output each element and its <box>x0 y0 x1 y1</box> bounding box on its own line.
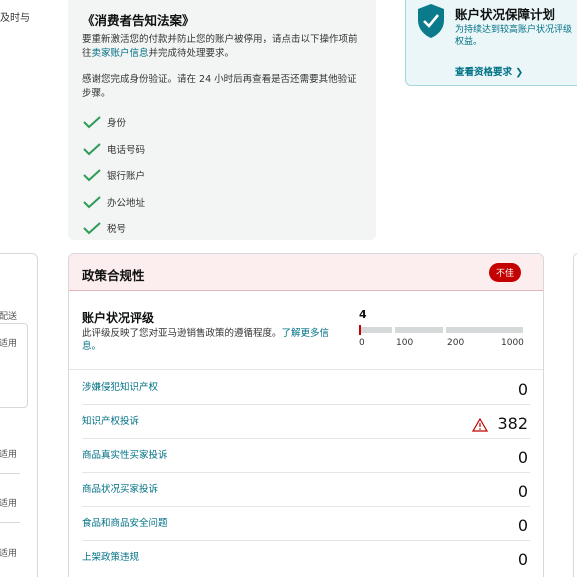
rating-title: 账户状况评级 <box>82 311 155 325</box>
list-item-label: 身份 <box>107 118 127 130</box>
metric-name[interactable]: 商品真实性买家投诉 <box>82 447 168 461</box>
notice-title: 《消费者告知法案》 <box>82 13 195 28</box>
left-column-text: 及时与 <box>0 13 30 24</box>
policy-compliance-card: 政策合规性 不佳 账户状况评级 此评级反映了您对亚马逊销售政策的遵循程度。了解更… <box>68 253 544 577</box>
seller-account-info-link[interactable]: 卖家账户信息 <box>92 48 149 59</box>
metric-count: 382 <box>497 414 528 433</box>
metric-count: 0 <box>517 448 528 467</box>
metric-value: 0 <box>518 380 528 399</box>
list-item-label: 电话号码 <box>107 144 146 156</box>
metric-name[interactable]: 涉嫌侵犯知识产权 <box>82 379 158 393</box>
list-item-label: 银行账户 <box>107 171 146 183</box>
list-item: 电话号码 <box>82 136 362 163</box>
checkmark-icon <box>82 142 104 156</box>
notice-text: 并完成待处理要求。 <box>148 48 235 59</box>
list-item-label: 税号 <box>107 224 127 236</box>
rating-score: 4 <box>359 308 367 321</box>
metric-row[interactable]: 食品和商品安全问题 0 <box>82 507 530 541</box>
notice-paragraph-2: 感谢您完成身份验证。请在 24 小时后再查看是否还需要其他验证步骤。 <box>82 74 357 99</box>
left-label: 适用 <box>0 499 18 509</box>
rating-gauge <box>359 325 523 335</box>
metric-name[interactable]: 食品和商品安全问题 <box>82 515 168 529</box>
tick-label: 0 <box>359 338 365 348</box>
consumer-notice-card: 《消费者告知法案》 要重新激活您的付款并防止您的账户被停用，请点击以下操作项前往… <box>68 0 376 240</box>
tick-label: 100 <box>396 338 414 348</box>
left-label: 适用 <box>0 549 18 559</box>
metric-name[interactable]: 上架政策违规 <box>82 549 139 563</box>
policy-header: 政策合规性 不佳 <box>69 254 543 291</box>
shield-check-icon <box>416 3 446 39</box>
list-item: 办公地址 <box>82 189 362 216</box>
notice-paragraph: 要重新激活您的付款并防止您的账户被停用，请点击以下操作项前往卖家账户信息并完成待… <box>82 33 362 61</box>
gauge-segment <box>446 327 523 333</box>
gauge-marker <box>359 325 361 335</box>
status-badge: 不佳 <box>488 263 521 282</box>
metric-name[interactable]: 商品状况买家投诉 <box>82 481 158 495</box>
policy-metrics-list: 涉嫌侵犯知识产权 0 知识产权投诉 382 商品真实性买家投诉 0 商品状况买家… <box>69 371 543 575</box>
guarantee-description-line: 权益。 <box>455 37 483 47</box>
guarantee-title: 账户状况保障计划 <box>455 7 556 22</box>
checkmark-icon <box>82 115 104 129</box>
metric-value: 0 <box>518 516 528 535</box>
list-item-label: 办公地址 <box>107 197 146 209</box>
checkmark-icon <box>82 168 104 182</box>
metric-count: 0 <box>517 380 528 399</box>
right-clipped-card <box>573 253 577 577</box>
metric-count: 0 <box>517 550 528 569</box>
list-item: 税号 <box>82 215 362 242</box>
metric-row[interactable]: 商品状况买家投诉 0 <box>82 473 530 507</box>
guarantee-description: 为持续达到较高账户状况评级 权益。 <box>455 24 577 48</box>
metric-row[interactable]: 涉嫌侵犯知识产权 0 <box>82 371 530 405</box>
policy-title: 政策合规性 <box>82 268 145 283</box>
warning-icon <box>472 417 489 432</box>
metric-count: 0 <box>517 482 528 501</box>
metric-row[interactable]: 上架政策违规 0 <box>82 541 530 575</box>
checkmark-icon <box>82 195 104 209</box>
metric-value: 0 <box>518 550 528 569</box>
metric-row[interactable]: 商品真实性买家投诉 0 <box>82 439 530 473</box>
divider <box>0 522 20 523</box>
guarantee-description-line: 为持续达到较高账户状况评级 <box>455 25 573 35</box>
metric-name[interactable]: 知识产权投诉 <box>82 413 139 427</box>
metric-value: 0 <box>518 448 528 467</box>
list-item: 银行账户 <box>82 162 362 189</box>
gauge-segment <box>395 327 443 333</box>
checkmark-icon <box>82 221 104 235</box>
left-inner-box <box>0 323 28 408</box>
metric-count: 0 <box>517 516 528 535</box>
gauge-segment <box>359 327 392 333</box>
left-label: 配送 <box>0 312 18 322</box>
metric-value: 382 <box>472 414 528 433</box>
verification-list: 身份 电话号码 银行账户 办公地址 税号 <box>82 109 362 242</box>
list-item: 身份 <box>82 109 362 136</box>
rating-description-text: 此评级反映了您对亚马逊销售政策的遵循程度。 <box>82 328 282 339</box>
divider <box>0 473 20 474</box>
rating-description: 此评级反映了您对亚马逊销售政策的遵循程度。了解更多信息。 <box>82 327 332 353</box>
tick-label: 200 <box>447 338 465 348</box>
metric-row[interactable]: 知识产权投诉 382 <box>82 405 530 439</box>
left-label: 适用 <box>0 450 18 460</box>
view-eligibility-link[interactable]: 查看资格要求 ❯ <box>455 64 523 78</box>
left-card: 配送 适用 适用 适用 适用 <box>0 253 38 577</box>
account-health-guarantee-card: 账户状况保障计划 为持续达到较高账户状况评级 权益。 查看资格要求 ❯ <box>405 0 577 86</box>
gauge-ticks: 0 100 200 1000 <box>359 338 529 350</box>
tick-label: 1000 <box>501 338 524 348</box>
metric-value: 0 <box>518 482 528 501</box>
